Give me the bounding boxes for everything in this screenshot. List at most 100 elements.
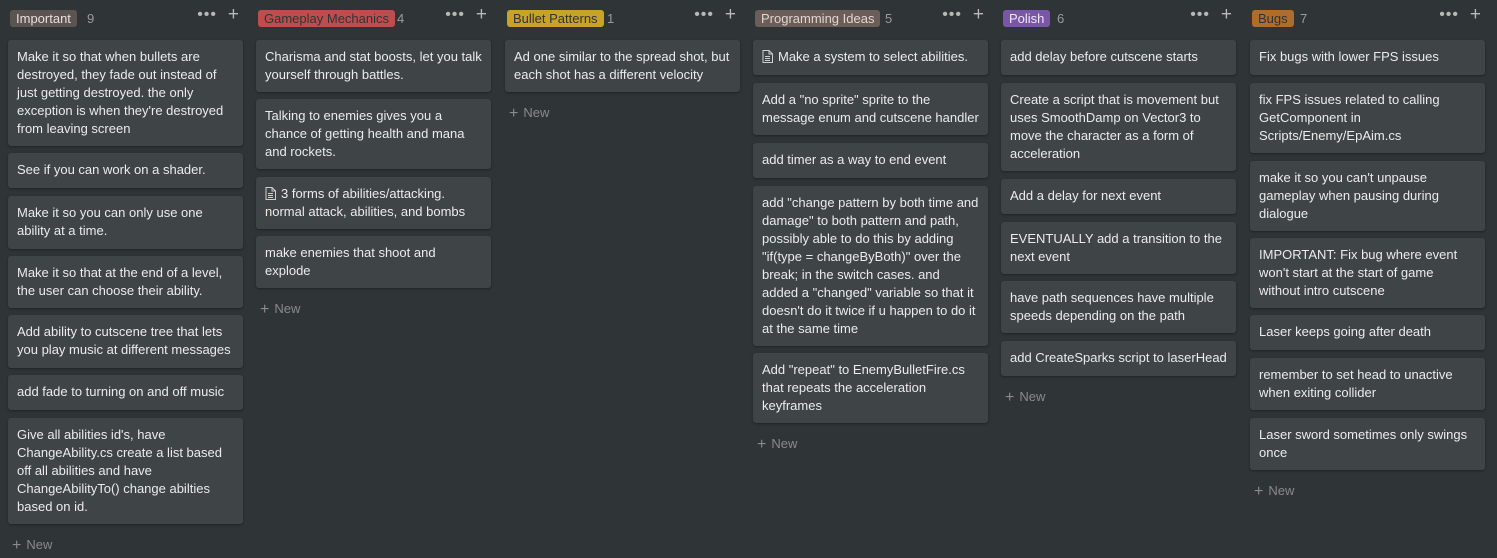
card[interactable]: Laser keeps going after death [1250, 315, 1485, 350]
card[interactable]: Add a "no sprite" sprite to the message … [753, 83, 988, 135]
add-card-icon[interactable]: + [725, 5, 736, 25]
more-options-icon[interactable]: ••• [445, 6, 465, 24]
card[interactable]: add timer as a way to end event [753, 143, 988, 178]
plus-icon: + [1005, 389, 1015, 406]
column-tag[interactable]: Bullet Patterns [507, 10, 604, 27]
card-text: Laser sword sometimes only swings once [1259, 427, 1468, 460]
card-text: Make it so that when bullets are destroy… [17, 49, 224, 136]
column-header: Gameplay Mechanics 4 ••• + [256, 0, 491, 38]
card-text: Add ability to cutscene tree that lets y… [17, 324, 231, 357]
card[interactable]: Give all abilities id's, have ChangeAbil… [8, 418, 243, 524]
card[interactable]: Ad one similar to the spread shot, but e… [505, 40, 740, 92]
new-label: New [26, 537, 53, 552]
card[interactable]: Charisma and stat boosts, let you talk y… [256, 40, 491, 92]
card[interactable]: See if you can work on a shader. [8, 153, 243, 188]
column-count: 9 [87, 11, 95, 26]
column-gameplay-mechanics: Gameplay Mechanics 4 ••• + Charisma and … [256, 0, 491, 318]
card-text: IMPORTANT: Fix bug where event won't sta… [1259, 247, 1458, 298]
new-label: New [523, 105, 550, 120]
card-text: 3 forms of abilities/attacking. normal a… [265, 186, 466, 219]
card-text: Add a "no sprite" sprite to the message … [762, 92, 979, 125]
new-card-button[interactable]: + New [260, 301, 300, 319]
add-card-icon[interactable]: + [228, 5, 239, 25]
card-text: Charisma and stat boosts, let you talk y… [265, 49, 482, 82]
card[interactable]: Fix bugs with lower FPS issues [1250, 40, 1485, 75]
card-text: EVENTUALLY add a transition to the next … [1010, 231, 1222, 264]
card-text: add "change pattern by both time and dam… [762, 195, 979, 336]
kanban-board: Important 9 ••• + Make it so that when b… [0, 0, 1497, 558]
card-text: remember to set head to unactive when ex… [1259, 367, 1453, 400]
new-card-button[interactable]: + New [509, 105, 549, 123]
column-tag[interactable]: Gameplay Mechanics [258, 10, 395, 27]
card[interactable]: Add "repeat" to EnemyBulletFire.cs that … [753, 353, 988, 423]
more-options-icon[interactable]: ••• [1439, 6, 1459, 24]
column-tag[interactable]: Bugs [1252, 10, 1294, 27]
plus-icon: + [1254, 483, 1264, 500]
more-options-icon[interactable]: ••• [197, 6, 217, 24]
column-header: Programming Ideas 5 ••• + [753, 0, 988, 38]
more-options-icon[interactable]: ••• [1190, 6, 1210, 24]
add-card-icon[interactable]: + [973, 5, 984, 25]
column-header: Bullet Patterns 1 ••• + [505, 0, 740, 38]
card-text: Talking to enemies gives you a chance of… [265, 108, 465, 159]
card[interactable]: fix FPS issues related to calling GetCom… [1250, 83, 1485, 153]
card-text: Make it so you can only use one ability … [17, 205, 203, 238]
new-label: New [1268, 483, 1295, 498]
card[interactable]: Make it so you can only use one ability … [8, 196, 243, 249]
card[interactable]: Talking to enemies gives you a chance of… [256, 99, 491, 169]
new-card-button[interactable]: + New [1005, 389, 1045, 407]
card-text: Make it so that at the end of a level, t… [17, 265, 223, 298]
new-label: New [274, 301, 301, 316]
more-options-icon[interactable]: ••• [942, 6, 962, 24]
new-card-button[interactable]: + New [757, 436, 797, 454]
column-header: Important 9 ••• + [8, 0, 243, 38]
card[interactable]: have path sequences have multiple speeds… [1001, 281, 1236, 333]
more-options-icon[interactable]: ••• [694, 6, 714, 24]
plus-icon: + [757, 436, 767, 453]
column-important: Important 9 ••• + Make it so that when b… [8, 0, 243, 554]
card[interactable]: 3 forms of abilities/attacking. normal a… [256, 177, 491, 229]
add-card-icon[interactable]: + [1221, 5, 1232, 25]
column-bugs: Bugs 7 ••• + Fix bugs with lower FPS iss… [1250, 0, 1485, 500]
column-tag[interactable]: Important [10, 10, 77, 27]
card[interactable]: EVENTUALLY add a transition to the next … [1001, 222, 1236, 274]
card-text: have path sequences have multiple speeds… [1010, 290, 1214, 323]
card-text: add fade to turning on and off music [17, 384, 225, 399]
column-header: Bugs 7 ••• + [1250, 0, 1485, 38]
column-tag[interactable]: Programming Ideas [755, 10, 881, 27]
document-icon [265, 187, 276, 200]
card[interactable]: add "change pattern by both time and dam… [753, 186, 988, 346]
card[interactable]: IMPORTANT: Fix bug where event won't sta… [1250, 238, 1485, 308]
add-card-icon[interactable]: + [1470, 5, 1481, 25]
card[interactable]: add fade to turning on and off music [8, 375, 243, 410]
column-count: 5 [885, 11, 893, 26]
card[interactable]: make enemies that shoot and explode [256, 236, 491, 288]
card[interactable]: Make it so that when bullets are destroy… [8, 40, 243, 146]
card[interactable]: Create a script that is movement but use… [1001, 83, 1236, 171]
card-text: fix FPS issues related to calling GetCom… [1259, 92, 1440, 143]
card-text: Give all abilities id's, have ChangeAbil… [17, 427, 222, 514]
column-polish: Polish 6 ••• + add delay before cutscene… [1001, 0, 1236, 406]
card[interactable]: remember to set head to unactive when ex… [1250, 358, 1485, 410]
card[interactable]: add delay before cutscene starts [1001, 40, 1236, 75]
column-header: Polish 6 ••• + [1001, 0, 1236, 38]
column-tag[interactable]: Polish [1003, 10, 1051, 27]
card-text: Add a delay for next event [1010, 188, 1162, 203]
card-text: add delay before cutscene starts [1010, 49, 1198, 64]
column-count: 4 [397, 11, 405, 26]
card[interactable]: add CreateSparks script to laserHead [1001, 341, 1236, 376]
card[interactable]: Add a delay for next event [1001, 179, 1236, 214]
card[interactable]: Add ability to cutscene tree that lets y… [8, 315, 243, 368]
new-card-button[interactable]: + New [12, 537, 52, 555]
card[interactable]: make it so you can't unpause gameplay wh… [1250, 161, 1485, 231]
card-text: add CreateSparks script to laserHead [1010, 350, 1227, 365]
card[interactable]: Laser sword sometimes only swings once [1250, 418, 1485, 470]
new-card-button[interactable]: + New [1254, 483, 1294, 501]
card-text: make it so you can't unpause gameplay wh… [1259, 170, 1439, 221]
card[interactable]: Make it so that at the end of a level, t… [8, 256, 243, 308]
card[interactable]: Make a system to select abilities. [753, 40, 988, 75]
card-text: Make a system to select abilities. [778, 49, 969, 64]
add-card-icon[interactable]: + [476, 5, 487, 25]
card-text: Laser keeps going after death [1259, 324, 1432, 339]
card-text: make enemies that shoot and explode [265, 245, 436, 278]
